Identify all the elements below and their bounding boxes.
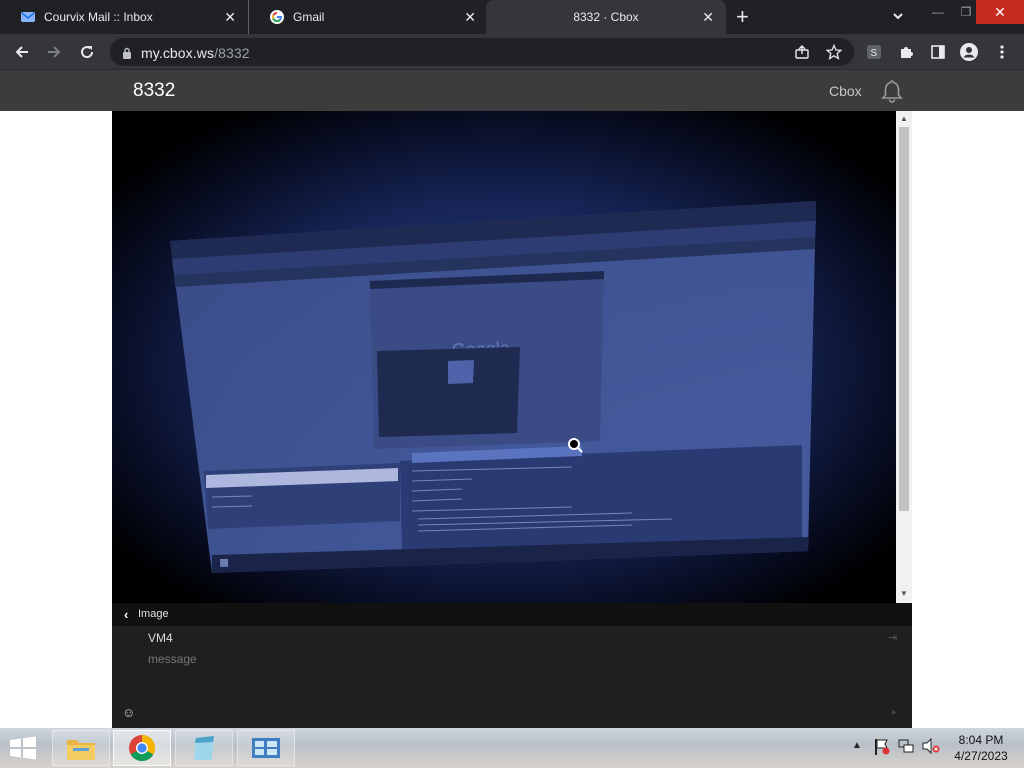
address-bar[interactable]: my.cbox.ws/8332 xyxy=(110,38,854,66)
profile-avatar-icon[interactable] xyxy=(959,42,979,62)
chrome-icon[interactable] xyxy=(113,730,171,766)
tab-title: Courvix Mail :: Inbox xyxy=(44,10,153,24)
message-input[interactable] xyxy=(148,652,848,666)
lock-icon[interactable] xyxy=(122,46,132,64)
cbox-header: 8332 Cbox xyxy=(0,70,1024,111)
back-icon[interactable] xyxy=(12,42,32,62)
tab-search-icon[interactable] xyxy=(890,8,906,24)
bookmark-star-icon[interactable] xyxy=(824,42,844,62)
action-center-flag-icon[interactable] xyxy=(874,738,890,759)
share-icon[interactable] xyxy=(792,42,812,62)
close-tab-icon[interactable]: ✕ xyxy=(464,9,476,26)
browser-tab-strip: Courvix Mail :: Inbox ✕ Gmail ✕ 8332 · C… xyxy=(0,0,1024,34)
file-explorer-icon[interactable] xyxy=(52,730,110,766)
tab-courvix-mail[interactable]: Courvix Mail :: Inbox ✕ xyxy=(0,0,248,34)
windows-start-icon[interactable] xyxy=(8,736,38,765)
taskbar-clock[interactable]: 8:04 PM 4/27/2023 xyxy=(948,732,1014,764)
bell-icon[interactable] xyxy=(879,78,905,109)
close-tab-icon[interactable]: ✕ xyxy=(702,9,714,26)
svg-text:S: S xyxy=(871,48,878,59)
notepad-icon[interactable] xyxy=(175,730,233,766)
shared-photo: Google xyxy=(112,111,896,603)
tab-cbox[interactable]: 8332 · Cbox ✕ xyxy=(486,0,726,34)
extensions-puzzle-icon[interactable] xyxy=(896,42,916,62)
clock-date: 4/27/2023 xyxy=(954,749,1008,763)
show-hidden-icons-icon[interactable]: ▲ xyxy=(852,740,862,751)
google-icon xyxy=(269,9,285,25)
scroll-up-icon[interactable]: ▲ xyxy=(900,114,908,123)
scroll-down-icon[interactable]: ▼ xyxy=(900,589,908,598)
page-title: 8332 xyxy=(133,80,176,101)
close-window-button[interactable]: ✕ xyxy=(976,0,1024,24)
reload-icon[interactable] xyxy=(77,42,97,62)
viewer-scrollbar[interactable]: ▲ ▼ xyxy=(896,111,912,603)
send-icon[interactable]: ▸ xyxy=(892,707,897,718)
emoji-icon[interactable]: ☺ xyxy=(122,705,135,720)
username-label[interactable]: VM4 xyxy=(148,631,173,645)
forward-icon[interactable] xyxy=(44,42,64,62)
close-tab-icon[interactable]: ✕ xyxy=(224,9,236,26)
new-tab-button[interactable]: + xyxy=(736,4,749,30)
volume-muted-icon[interactable] xyxy=(922,737,940,757)
side-panel-icon[interactable] xyxy=(928,42,948,62)
tab-title: Gmail xyxy=(293,10,325,24)
windows-taskbar: ▲ 8:04 PM 4/27/2023 xyxy=(0,728,1024,768)
tab-title: 8332 · Cbox xyxy=(573,10,639,24)
logout-icon[interactable]: ⇥ xyxy=(888,631,897,644)
image-back-link[interactable]: Image xyxy=(138,608,169,620)
url-text: my.cbox.ws/8332 xyxy=(141,45,250,61)
clock-time: 8:04 PM xyxy=(958,733,1004,747)
extension-s-icon[interactable]: S xyxy=(864,42,884,62)
tab-gmail[interactable]: Gmail ✕ xyxy=(248,0,488,34)
message-composer: VM4 ⇥ ☺ ▸ xyxy=(112,626,912,728)
browser-menu-icon[interactable] xyxy=(992,42,1012,62)
image-caption-bar: ‹ Image xyxy=(112,603,912,626)
scrollbar-thumb[interactable] xyxy=(899,127,909,511)
network-icon[interactable] xyxy=(898,738,914,757)
control-panel-icon[interactable] xyxy=(237,730,295,766)
browser-toolbar: my.cbox.ws/8332 S xyxy=(0,34,1024,70)
image-viewer: Google ▲ ▼ xyxy=(112,111,912,603)
mail-icon xyxy=(20,9,36,25)
cbox-brand-link[interactable]: Cbox xyxy=(829,83,862,99)
chevron-left-icon[interactable]: ‹ xyxy=(124,607,128,622)
